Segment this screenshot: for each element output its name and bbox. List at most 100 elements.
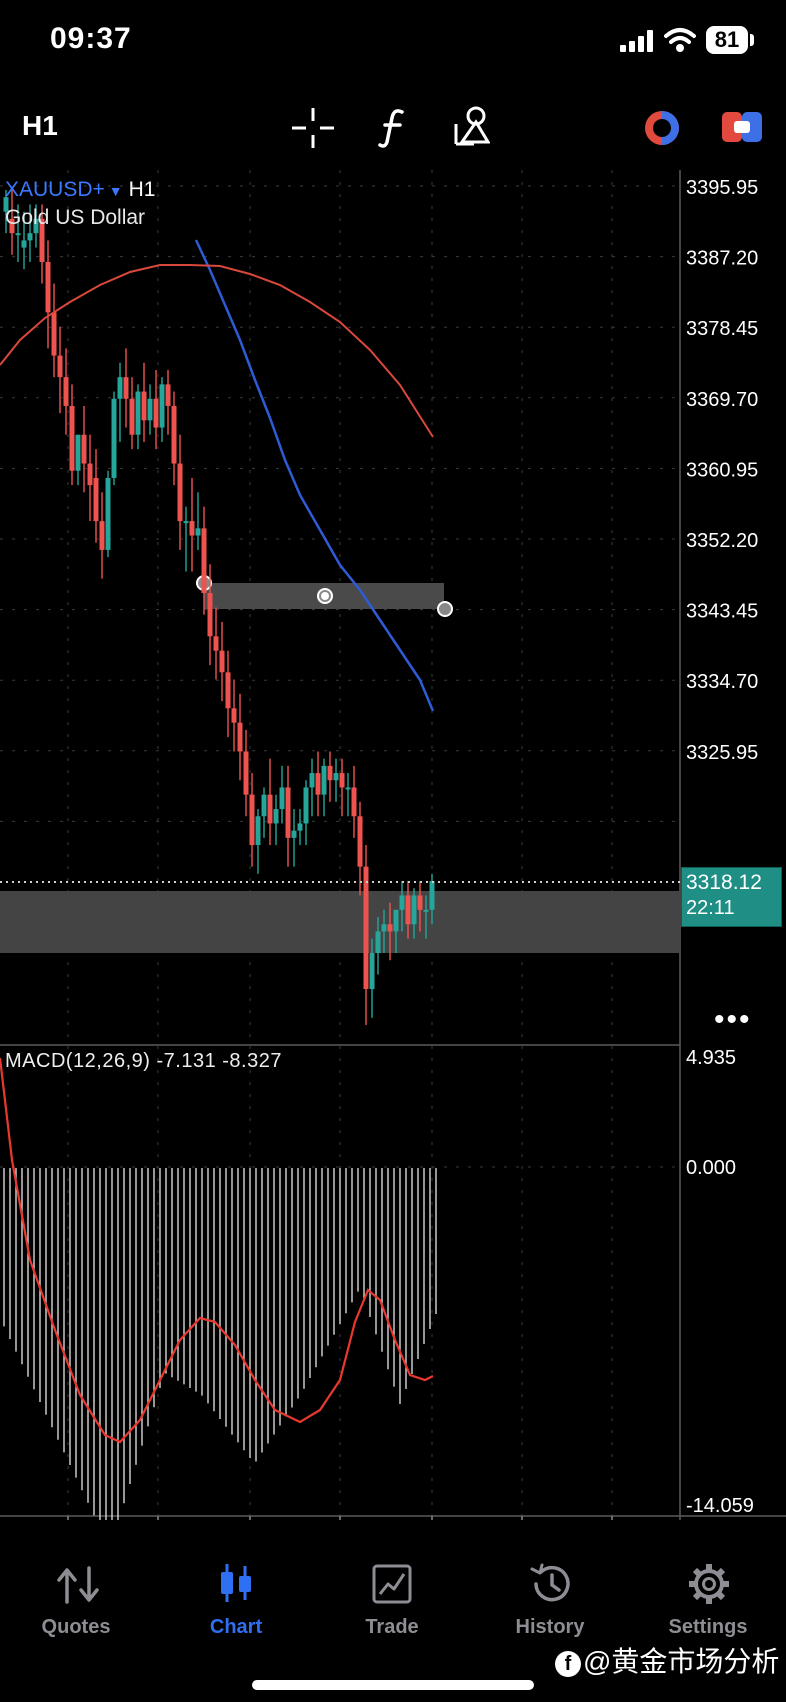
candle-body	[177, 463, 183, 522]
trade-timer-icon[interactable]	[642, 108, 682, 148]
nav-settings[interactable]: Settings	[638, 1616, 778, 1639]
history-clock-icon[interactable]	[528, 1563, 572, 1605]
nav-trade[interactable]: Trade	[322, 1616, 462, 1639]
candle-body	[357, 816, 363, 867]
moving-average-slow	[0, 264, 434, 438]
candle-body	[153, 398, 159, 428]
candle-body	[327, 765, 333, 781]
candle-body	[255, 816, 261, 846]
candle-body	[411, 895, 417, 925]
candle-body	[297, 823, 303, 831]
candle-body	[375, 931, 381, 954]
candle-body	[333, 773, 339, 781]
candle-body	[423, 909, 429, 912]
candle-body	[303, 787, 309, 824]
candle-body	[135, 391, 141, 435]
zone-handle-center	[321, 592, 329, 600]
candle-body	[285, 787, 291, 838]
price-axis-label: 3352.20	[686, 530, 758, 552]
support-zone	[0, 891, 680, 953]
candle-body	[387, 924, 393, 932]
more-options-icon[interactable]: •••	[714, 1003, 752, 1037]
candle-body	[195, 528, 201, 536]
candle-body	[69, 405, 75, 471]
candle-body	[45, 261, 51, 313]
nav-quotes[interactable]: Quotes	[6, 1616, 146, 1639]
watermark-text: @黄金市场分析	[583, 1646, 780, 1677]
settings-gear-icon[interactable]	[688, 1563, 730, 1605]
macd-axis-label: 0.000	[686, 1157, 736, 1179]
candle-body	[243, 751, 249, 795]
chart-area[interactable]: 3395.95 3387.20 3378.45 3369.70 3360.95 3352.…	[0, 170, 786, 1520]
price-axis-label: 3343.45	[686, 601, 758, 623]
candle-body	[363, 866, 369, 990]
candle-body	[51, 312, 57, 356]
status-time: 09:37	[50, 22, 132, 55]
candle-body	[405, 895, 411, 925]
candle-body	[225, 672, 231, 709]
candle-body	[267, 794, 273, 824]
candle-body	[105, 477, 111, 550]
cellular-signal-icon	[620, 30, 653, 52]
candle-timer: 22:11	[686, 897, 735, 919]
moving-average-fast	[194, 239, 435, 712]
candle-body	[171, 405, 177, 464]
nav-history[interactable]: History	[480, 1616, 620, 1639]
symbol-name[interactable]: XAUUSD+	[5, 178, 105, 201]
symbol-dropdown-icon[interactable]: ▼	[109, 183, 123, 199]
price-axis-label: 3334.70	[686, 671, 758, 693]
price-axis-label: 3378.45	[686, 318, 758, 340]
quotes-arrows-icon[interactable]	[56, 1566, 100, 1604]
candle-body	[165, 384, 171, 406]
candle-body	[393, 909, 399, 932]
macd-label[interactable]: MACD(12,26,9) -7.131 -8.327	[5, 1050, 282, 1073]
candle-body	[63, 377, 69, 406]
symbol-header[interactable]: XAUUSD+ ▼ H1	[5, 178, 156, 202]
objects-icon[interactable]	[452, 106, 490, 146]
candle-body	[273, 809, 279, 824]
candle-body	[237, 722, 243, 752]
candle-body	[75, 434, 81, 471]
macd-signal-line	[0, 1057, 434, 1444]
candle-body	[189, 521, 195, 536]
candle-body	[99, 521, 105, 550]
candle-body	[261, 794, 267, 817]
price-axis-label: 3395.95	[686, 177, 758, 199]
candle-body	[417, 895, 423, 910]
candle-body	[129, 398, 135, 435]
candle-body	[183, 521, 189, 524]
candle-body	[123, 377, 129, 399]
nav-chart[interactable]: Chart	[166, 1616, 306, 1639]
candle-body	[213, 636, 219, 651]
chart-candles-icon[interactable]	[218, 1562, 254, 1604]
candle-body	[351, 787, 357, 817]
candle-body	[429, 881, 435, 910]
price-chart[interactable]: 3395.95 3387.20 3378.45 3369.70 3360.95 3352.…	[0, 170, 786, 1520]
crosshair-icon[interactable]	[292, 108, 334, 148]
indicator-f-icon[interactable]	[378, 108, 408, 148]
wifi-icon	[664, 28, 696, 52]
candle-body	[15, 233, 21, 236]
candle-body	[321, 765, 327, 795]
symbol-description: Gold US Dollar	[5, 206, 146, 229]
candle-body	[57, 355, 63, 378]
candle-body	[291, 830, 297, 838]
candle-body	[81, 434, 87, 464]
macd-axis-label: 4.935	[686, 1047, 736, 1069]
candle-body	[21, 240, 27, 248]
candle-body	[201, 528, 207, 594]
zone-handle	[437, 601, 453, 617]
home-indicator	[252, 1680, 534, 1690]
battery-indicator: 81	[706, 26, 748, 54]
candle-body	[141, 391, 147, 421]
candle-body	[315, 773, 321, 795]
one-click-trading-icon[interactable]	[722, 110, 762, 144]
watermark: f @黄金市场分析	[555, 1640, 779, 1680]
candle-body	[231, 708, 237, 723]
candle-body	[117, 377, 123, 399]
trade-chart-icon[interactable]	[372, 1564, 412, 1604]
timeframe-button[interactable]: H1	[22, 110, 58, 142]
candle-body	[27, 233, 33, 241]
current-price-tag: 3318.12 22:11	[681, 867, 782, 927]
symbol-timeframe: H1	[128, 178, 156, 201]
